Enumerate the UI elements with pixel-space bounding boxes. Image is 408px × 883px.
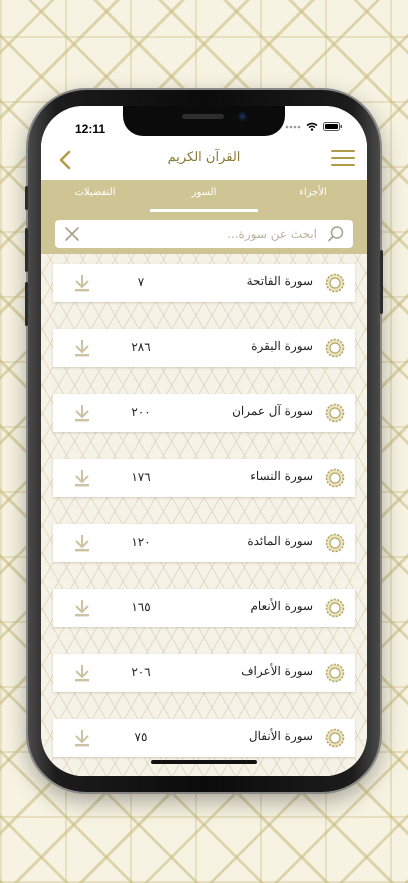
app-screen: 12:11 القرآن الكريم التفضيلات السور الأج… (41, 106, 367, 776)
verse-count: ٧ (137, 275, 145, 289)
search-icon[interactable] (327, 225, 345, 243)
download-icon[interactable] (73, 598, 91, 618)
search-input[interactable] (89, 225, 317, 243)
star-ornament-icon (325, 533, 345, 553)
tab-favorites[interactable]: التفضيلات (41, 180, 149, 216)
star-ornament-icon (325, 338, 345, 358)
verse-count: ٢٠٦ (131, 665, 151, 679)
star-ornament-icon (325, 663, 345, 683)
tab-bar: التفضيلات السور الأجزاء (41, 180, 367, 216)
tab-parts-label: الأجزاء (299, 187, 327, 198)
page-title: القرآن الكريم (167, 150, 241, 165)
wifi-icon (306, 122, 318, 131)
back-chevron-icon[interactable] (55, 149, 77, 171)
surah-name: سورة النساء (250, 469, 313, 483)
download-icon[interactable] (73, 273, 91, 293)
surah-name: سورة الأنفال (248, 729, 313, 743)
surah-row[interactable]: ٧٥ سورة الأنفال (53, 719, 355, 757)
star-ornament-icon (325, 273, 345, 293)
surah-row[interactable]: ٢٨٦ سورة البقرة (53, 329, 355, 367)
verse-count: ١٧٦ (131, 470, 151, 484)
surah-row[interactable]: ١٧٦ سورة النساء (53, 459, 355, 497)
phone-side-button (25, 186, 28, 210)
cellular-signal-icon (285, 125, 301, 129)
surah-list: ٧ سورة الفاتحة ٢٨٦ سورة البقرة ٢٠٠ سورة … (41, 254, 367, 776)
verse-count: ١٢٠ (131, 535, 151, 549)
status-time: 12:11 (75, 122, 106, 136)
surah-name: سورة الفاتحة (246, 274, 313, 288)
star-ornament-icon (325, 728, 345, 748)
hamburger-menu-icon[interactable] (331, 150, 355, 170)
close-icon[interactable] (63, 225, 81, 243)
tab-surahs[interactable]: السور (150, 180, 258, 216)
surah-row[interactable]: ١٢٠ سورة المائدة (53, 524, 355, 562)
surah-name: سورة الأنعام (250, 599, 313, 613)
star-ornament-icon (325, 403, 345, 423)
speaker-grille (182, 114, 224, 119)
star-ornament-icon (325, 468, 345, 488)
search-box (55, 220, 353, 248)
home-indicator[interactable] (151, 760, 257, 764)
surah-row[interactable]: ١٦٥ سورة الأنعام (53, 589, 355, 627)
verse-count: ٢٠٠ (131, 405, 151, 419)
search-bar (41, 216, 367, 254)
surah-row[interactable]: ٢٠٠ سورة آل عمران (53, 394, 355, 432)
surah-name: سورة آل عمران (232, 404, 313, 418)
verse-count: ١٦٥ (131, 600, 151, 614)
download-icon[interactable] (73, 403, 91, 423)
download-icon[interactable] (73, 468, 91, 488)
phone-volume-down-button (25, 282, 28, 326)
surah-name: سورة البقرة (251, 339, 313, 353)
status-icons (285, 122, 343, 131)
phone-power-button (380, 250, 383, 314)
tab-parts[interactable]: الأجزاء (259, 180, 367, 216)
verse-count: ٢٨٦ (131, 340, 151, 354)
download-icon[interactable] (73, 533, 91, 553)
star-ornament-icon (325, 598, 345, 618)
tab-favorites-label: التفضيلات (74, 187, 116, 198)
surah-row[interactable]: ٢٠٦ سورة الأعراف (53, 654, 355, 692)
nav-header: القرآن الكريم (41, 140, 367, 180)
battery-icon (323, 122, 342, 131)
surah-name: سورة المائدة (247, 534, 313, 548)
tab-surahs-label: السور (191, 187, 217, 198)
download-icon[interactable] (73, 338, 91, 358)
front-camera (238, 112, 247, 121)
download-icon[interactable] (73, 663, 91, 683)
notch (123, 106, 285, 136)
surah-row[interactable]: ٧ سورة الفاتحة (53, 264, 355, 302)
phone-volume-up-button (25, 228, 28, 272)
verse-count: ٧٥ (134, 730, 148, 744)
surah-name: سورة الأعراف (241, 664, 313, 678)
download-icon[interactable] (73, 728, 91, 748)
